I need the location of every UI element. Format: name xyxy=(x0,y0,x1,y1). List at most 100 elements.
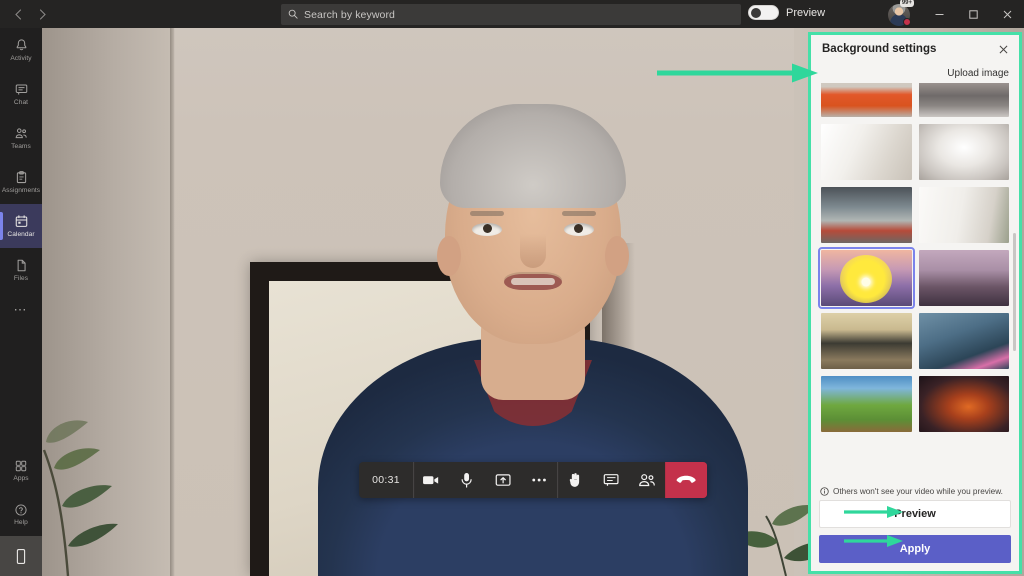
minimize-button[interactable] xyxy=(922,0,956,28)
call-buttons-primary xyxy=(413,462,557,498)
participant-brow-right xyxy=(562,211,596,216)
background-thumbnail-white-loft-room[interactable] xyxy=(918,124,1009,180)
participant-pupil-right xyxy=(574,224,583,233)
panel-actions: Preview Apply xyxy=(811,500,1019,571)
upload-row: Upload image xyxy=(811,63,1019,83)
navigation-arrows xyxy=(7,3,53,25)
upload-image-link[interactable]: Upload image xyxy=(947,68,1009,79)
status-badge xyxy=(903,18,911,26)
sidebar-item-label: Files xyxy=(13,275,29,282)
search-input[interactable]: Search by keyword xyxy=(304,9,395,21)
sidebar: Activity Chat Teams Assignments Calendar xyxy=(0,28,42,576)
background-thumbnail-white-hallway[interactable] xyxy=(821,124,912,180)
participants-button[interactable] xyxy=(629,462,665,498)
background-thumbnail-classroom-scene[interactable] xyxy=(821,313,912,369)
sidebar-item-files[interactable]: Files xyxy=(0,248,42,292)
teams-icon xyxy=(14,125,29,142)
call-buttons-secondary xyxy=(557,462,707,498)
sidebar-item-label: Activity xyxy=(10,55,32,62)
participant-brow-left xyxy=(470,211,504,216)
info-icon xyxy=(820,487,829,496)
participant-ear-left xyxy=(437,236,461,276)
files-icon xyxy=(14,257,29,274)
preview-button[interactable]: Preview xyxy=(819,500,1011,528)
ellipsis-icon: ⋯ xyxy=(13,302,29,317)
call-timer: 00:31 xyxy=(372,474,400,486)
background-thumbnail-lamp-glow-scene[interactable] xyxy=(818,247,915,309)
sidebar-item-label: Apps xyxy=(13,475,29,482)
page-title: Background settings xyxy=(822,43,937,55)
sidebar-item-apps[interactable]: Apps xyxy=(0,448,42,492)
apps-icon xyxy=(14,457,28,474)
background-thumbnail-blocky-village-scene[interactable] xyxy=(821,376,912,432)
background-thumbnail-open-plan-office[interactable] xyxy=(821,187,912,243)
background-thumbnail-spaceship-interior[interactable] xyxy=(918,313,1009,369)
hangup-button[interactable] xyxy=(664,462,707,498)
wall-corner xyxy=(170,28,175,576)
more-actions-button[interactable] xyxy=(521,462,557,498)
thumbnail-grid xyxy=(818,83,1009,432)
title-bar: Search by keyword Preview 99+ xyxy=(0,0,1024,28)
microphone-button[interactable] xyxy=(449,462,485,498)
window-right-controls: 99+ xyxy=(886,0,1024,28)
participant-ear-right xyxy=(605,236,629,276)
preview-note: Others won't see your video while you pr… xyxy=(811,482,1019,500)
sidebar-bottom: Apps Help xyxy=(0,448,42,576)
background-thumbnail-fiery-battle-scene[interactable] xyxy=(918,376,1009,432)
close-icon[interactable] xyxy=(996,42,1010,56)
sidebar-item-calendar[interactable]: Calendar xyxy=(0,204,42,248)
share-screen-button[interactable] xyxy=(485,462,521,498)
preview-toggle-switch[interactable] xyxy=(748,5,779,20)
panel-header: Background settings xyxy=(811,35,1019,63)
raise-hand-button[interactable] xyxy=(557,462,593,498)
chat-button[interactable] xyxy=(593,462,629,498)
participant-pupil-left xyxy=(483,224,492,233)
background-thumbnail-orange-sofa-room[interactable] xyxy=(821,83,912,117)
participant-nose xyxy=(520,234,546,268)
video-participant xyxy=(318,66,748,576)
sidebar-item-label: Calendar xyxy=(7,231,35,238)
chat-icon xyxy=(14,81,29,98)
background-settings-panel: Background settings Upload image Others … xyxy=(808,32,1022,574)
back-button[interactable] xyxy=(7,3,29,25)
sidebar-item-label: Assignments xyxy=(1,187,41,194)
preview-toggle[interactable]: Preview xyxy=(748,5,825,20)
calendar-icon xyxy=(14,213,29,230)
background-thumbnail-list[interactable] xyxy=(811,83,1019,482)
sidebar-item-label: Teams xyxy=(11,143,31,150)
bell-icon xyxy=(14,37,29,54)
preview-toggle-label: Preview xyxy=(786,6,826,19)
lamp-bulb-icon xyxy=(861,277,871,287)
maximize-button[interactable] xyxy=(956,0,990,28)
close-button[interactable] xyxy=(990,0,1024,28)
sidebar-item-label: Help xyxy=(14,519,28,526)
clipboard-icon xyxy=(14,169,29,186)
search-icon xyxy=(288,6,298,24)
forward-button[interactable] xyxy=(31,3,53,25)
sidebar-item-activity[interactable]: Activity xyxy=(0,28,42,72)
avatar[interactable]: 99+ xyxy=(886,0,914,27)
mobile-device-icon[interactable] xyxy=(0,536,42,576)
panel-scrollbar[interactable] xyxy=(1013,233,1016,351)
notification-badge: 99+ xyxy=(899,0,914,7)
sidebar-item-label: Chat xyxy=(13,99,29,106)
call-control-bar: 00:31 xyxy=(359,462,707,498)
participant-teeth xyxy=(511,278,555,285)
participant-hair xyxy=(440,104,626,208)
sidebar-item-help[interactable]: Help xyxy=(0,492,42,536)
apply-button[interactable]: Apply xyxy=(819,535,1011,563)
teams-meeting-window: Search by keyword Preview 99+ Activity C… xyxy=(0,0,1024,576)
background-thumbnail-grey-coast-view[interactable] xyxy=(918,83,1009,117)
camera-button[interactable] xyxy=(413,462,449,498)
search-box[interactable]: Search by keyword xyxy=(281,4,741,25)
background-thumbnail-white-shelf-corner[interactable] xyxy=(918,187,1009,243)
sidebar-item-chat[interactable]: Chat xyxy=(0,72,42,116)
sidebar-item-teams[interactable]: Teams xyxy=(0,116,42,160)
background-thumbnail-mountain-arch-scene[interactable] xyxy=(918,250,1009,306)
preview-note-text: Others won't see your video while you pr… xyxy=(833,487,1003,496)
search-bar[interactable]: Search by keyword xyxy=(281,4,741,25)
toggle-knob xyxy=(751,8,761,18)
sidebar-more-button[interactable]: ⋯ xyxy=(0,292,42,328)
plant-left xyxy=(42,346,154,576)
sidebar-item-assignments[interactable]: Assignments xyxy=(0,160,42,204)
